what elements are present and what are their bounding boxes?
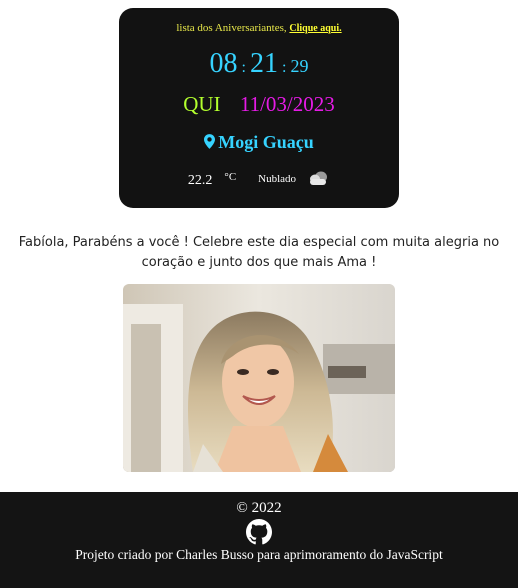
- clock-card: lista dos Aniversariantes, Clique aqui. …: [119, 8, 399, 208]
- city-name: Mogi Guaçu: [218, 132, 314, 152]
- clock-time: 08 : 21 : 29: [119, 48, 399, 80]
- current-date: 11/03/2023: [239, 92, 335, 116]
- temperature-value: 22.2: [187, 173, 213, 188]
- cloud-icon: [310, 171, 328, 185]
- birthday-list-text: lista dos Aniversariantes,: [176, 22, 287, 34]
- clock-hours: 08: [209, 48, 238, 79]
- birthday-photo: [123, 284, 395, 472]
- weather-row: 22.2 °C Nublado: [119, 170, 399, 189]
- clock-separator: :: [282, 59, 287, 76]
- weekday: QUI: [183, 92, 221, 116]
- clock-minutes: 21: [250, 48, 278, 79]
- weather-condition: Nublado: [258, 173, 297, 185]
- project-credit: Projeto criado por Charles Busso para ap…: [75, 547, 443, 562]
- github-icon[interactable]: [246, 519, 272, 545]
- date-row: QUI 11/03/2023: [119, 92, 399, 117]
- portrait-image: [123, 284, 395, 472]
- birthday-list-link[interactable]: Clique aqui.: [289, 23, 341, 34]
- map-pin-icon: [204, 134, 216, 149]
- clock-seconds: 29: [290, 56, 309, 76]
- location: Mogi Guaçu: [119, 132, 399, 153]
- footer: © 2022 Projeto criado por Charles Busso …: [0, 492, 518, 588]
- temperature-unit: °C: [224, 171, 237, 183]
- clock-separator: :: [241, 59, 246, 76]
- birthday-message: Fabíola, Parabéns a você ! Celebre este …: [18, 235, 500, 270]
- birthday-list-line: lista dos Aniversariantes, Clique aqui.: [119, 22, 399, 34]
- copyright: © 2022: [236, 500, 282, 516]
